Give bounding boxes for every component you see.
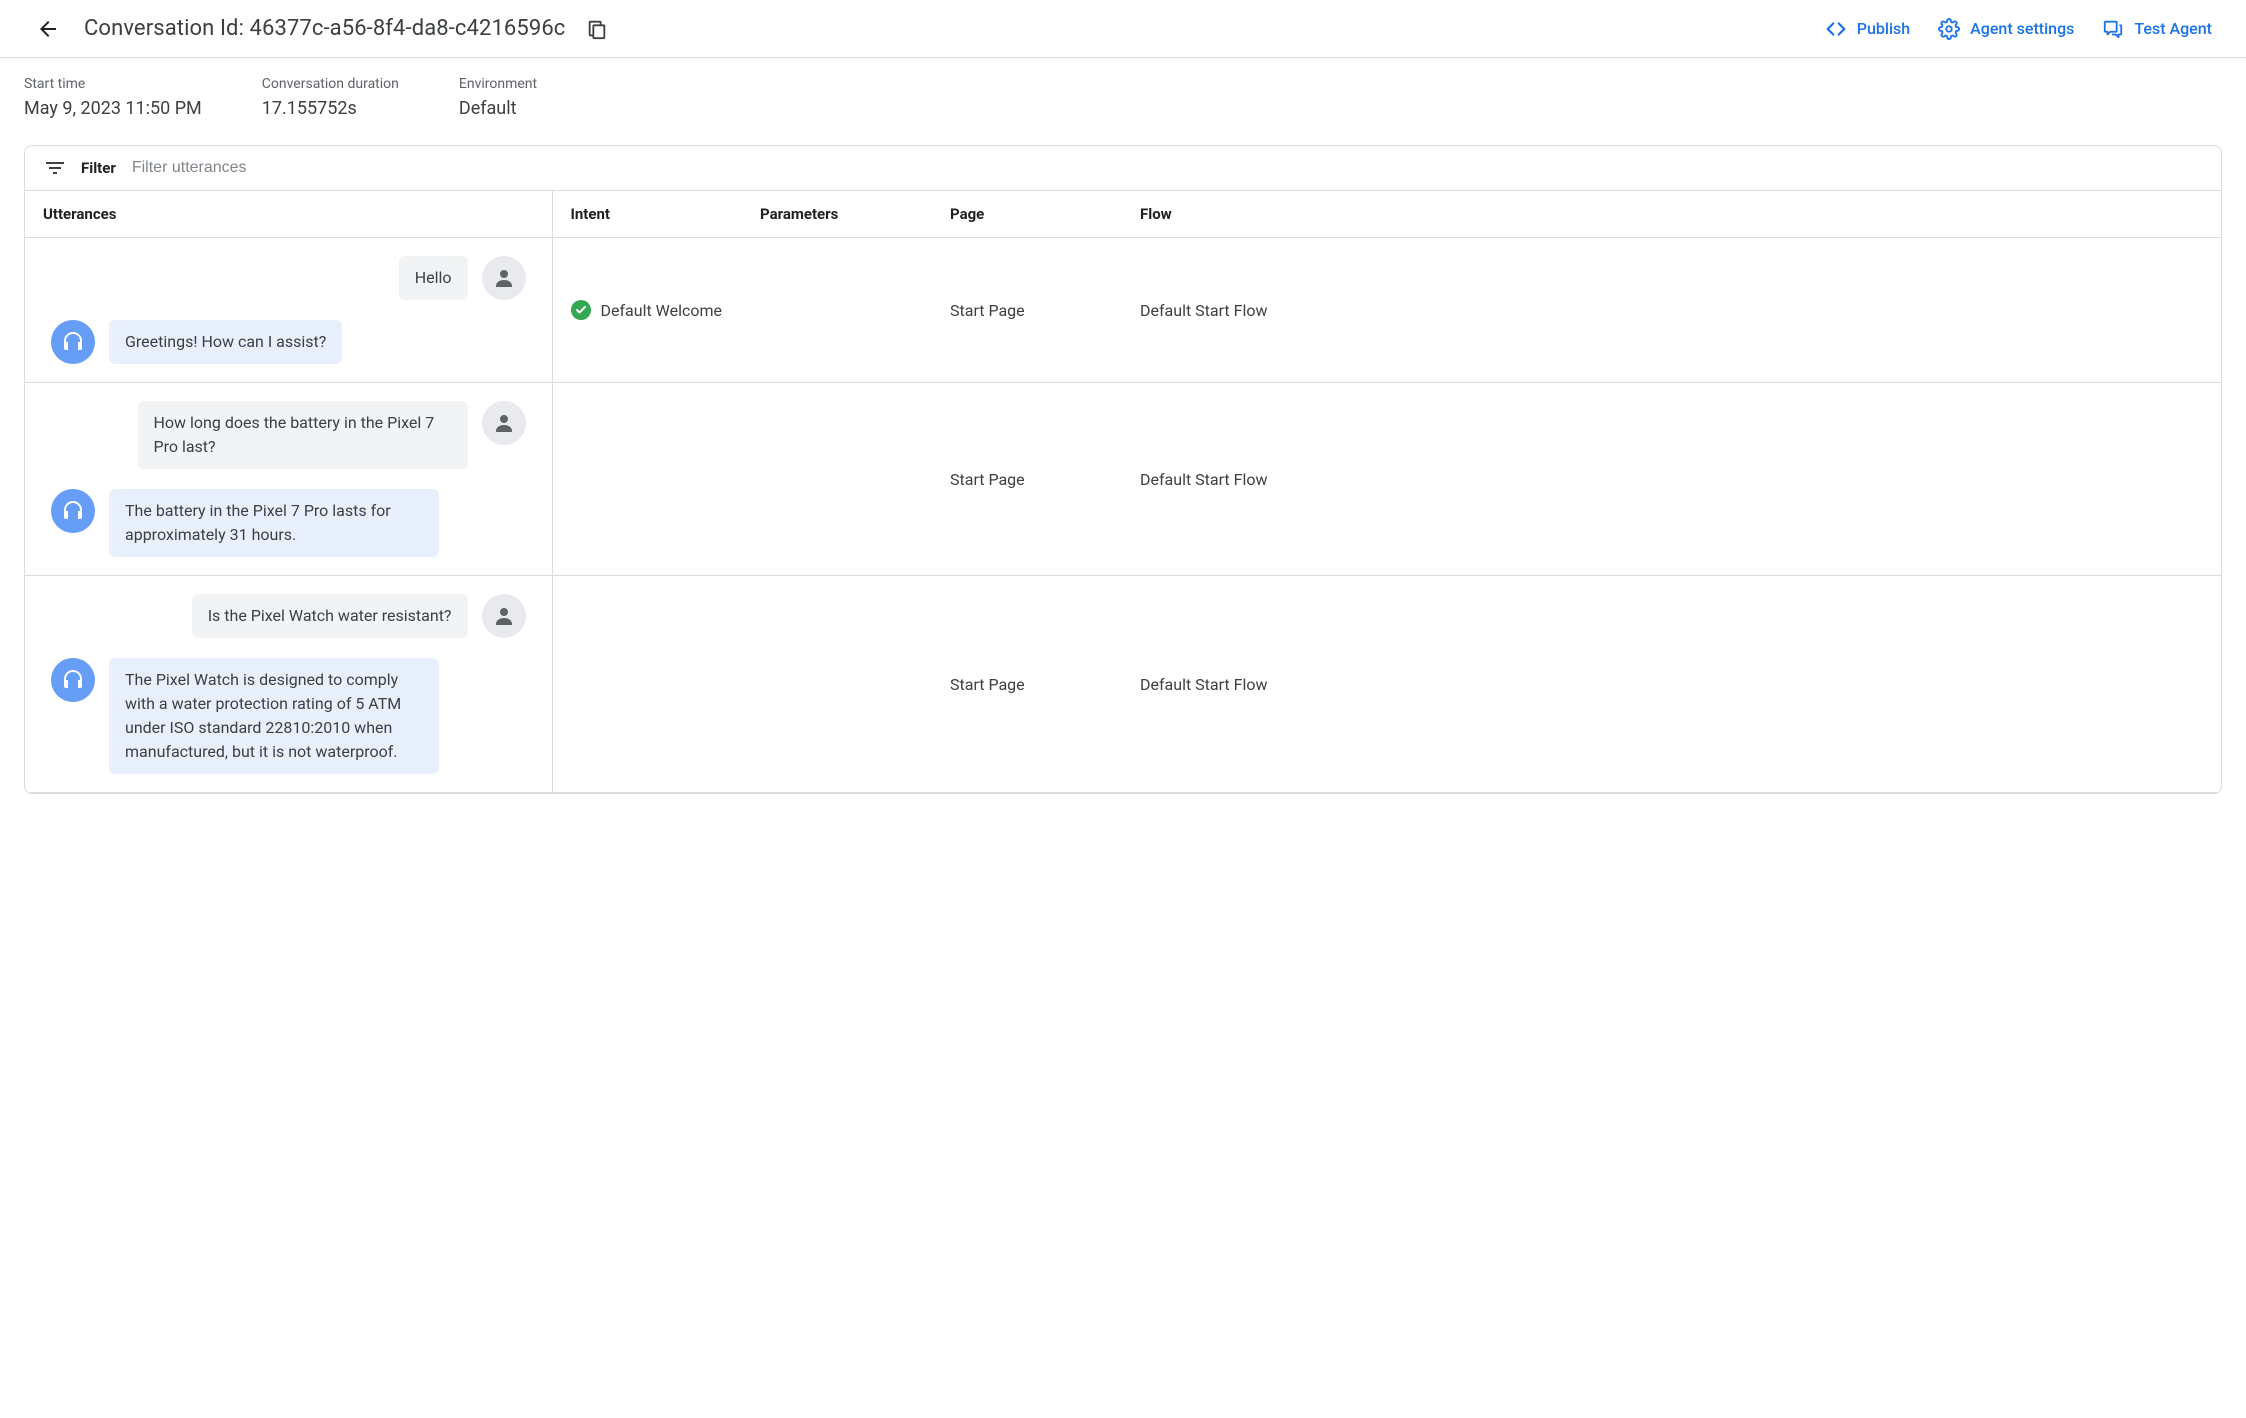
intent-cell (552, 576, 742, 793)
test-agent-button[interactable]: Test Agent (2088, 10, 2226, 48)
agent-settings-label: Agent settings (1970, 19, 2074, 38)
parameters-cell (742, 576, 932, 793)
meta-start-time-value: May 9, 2023 11:50 PM (24, 98, 202, 119)
utterances-cell: Hello Greetings! How can I assist? (25, 238, 552, 383)
col-header-intent: Intent (552, 191, 742, 238)
agent-avatar (51, 320, 95, 364)
meta-environment-label: Environment (459, 76, 537, 92)
person-icon (492, 411, 516, 435)
test-agent-label: Test Agent (2134, 19, 2212, 38)
user-avatar (482, 401, 526, 445)
parameters-cell (742, 383, 932, 576)
headset-icon (61, 499, 85, 523)
chat-icon (2102, 18, 2124, 40)
meta-environment-value: Default (459, 98, 537, 119)
agent-turn: Greetings! How can I assist? (51, 320, 526, 364)
col-header-utterances: Utterances (25, 191, 552, 238)
topbar: Conversation Id: 46377c-a56-8f4-da8-c421… (0, 0, 2246, 58)
table-row[interactable]: Is the Pixel Watch water resistant? The … (25, 576, 2221, 793)
intent-text: Default Welcome (601, 301, 723, 320)
conversation-meta: Start time May 9, 2023 11:50 PM Conversa… (0, 58, 2246, 145)
conversation-table: Filter Utterances Intent Parameters Page… (24, 145, 2222, 794)
back-button[interactable] (28, 9, 68, 49)
flow-cell: Default Start Flow (1122, 576, 2221, 793)
filter-icon (43, 156, 67, 180)
filter-input[interactable] (130, 158, 2203, 178)
arrow-back-icon (36, 17, 60, 41)
intent-cell: Default Welcome (552, 238, 742, 383)
user-turn: Is the Pixel Watch water resistant? (51, 594, 526, 638)
agent-bubble: The battery in the Pixel 7 Pro lasts for… (109, 489, 439, 557)
utterances-cell: How long does the battery in the Pixel 7… (25, 383, 552, 576)
meta-start-time-label: Start time (24, 76, 202, 92)
col-header-params: Parameters (742, 191, 932, 238)
meta-duration: Conversation duration 17.155752s (262, 76, 399, 119)
user-turn: How long does the battery in the Pixel 7… (51, 401, 526, 469)
flow-cell: Default Start Flow (1122, 383, 2221, 576)
table-row[interactable]: How long does the battery in the Pixel 7… (25, 383, 2221, 576)
copy-id-button[interactable] (577, 9, 617, 49)
agent-turn: The battery in the Pixel 7 Pro lasts for… (51, 489, 526, 557)
filter-label: Filter (81, 159, 116, 177)
agent-bubble: The Pixel Watch is designed to comply wi… (109, 658, 439, 774)
intent-cell (552, 383, 742, 576)
user-bubble: Is the Pixel Watch water resistant? (192, 594, 468, 638)
agent-bubble: Greetings! How can I assist? (109, 320, 342, 364)
page-title: Conversation Id: 46377c-a56-8f4-da8-c421… (84, 16, 565, 41)
page-cell: Start Page (932, 383, 1122, 576)
headset-icon (61, 668, 85, 692)
copy-icon (586, 18, 608, 40)
meta-duration-value: 17.155752s (262, 98, 399, 119)
intent-match-badge (571, 300, 591, 320)
user-avatar (482, 256, 526, 300)
agent-avatar (51, 658, 95, 702)
user-avatar (482, 594, 526, 638)
table-row[interactable]: Hello Greetings! How can I assist? Defau… (25, 238, 2221, 383)
agent-avatar (51, 489, 95, 533)
user-turn: Hello (51, 256, 526, 300)
col-header-flow: Flow (1122, 191, 2221, 238)
agent-settings-button[interactable]: Agent settings (1924, 10, 2088, 48)
page-cell: Start Page (932, 238, 1122, 383)
flow-cell: Default Start Flow (1122, 238, 2221, 383)
publish-label: Publish (1857, 19, 1910, 38)
headset-icon (61, 330, 85, 354)
publish-button[interactable]: Publish (1811, 10, 1924, 48)
col-header-page: Page (932, 191, 1122, 238)
meta-start-time: Start time May 9, 2023 11:50 PM (24, 76, 202, 119)
gear-icon (1938, 18, 1960, 40)
agent-turn: The Pixel Watch is designed to comply wi… (51, 658, 526, 774)
code-icon (1825, 18, 1847, 40)
parameters-cell (742, 238, 932, 383)
filter-row: Filter (25, 146, 2221, 191)
user-bubble: Hello (399, 256, 468, 300)
check-icon (575, 304, 587, 316)
page-cell: Start Page (932, 576, 1122, 793)
utterances-cell: Is the Pixel Watch water resistant? The … (25, 576, 552, 793)
meta-environment: Environment Default (459, 76, 537, 119)
person-icon (492, 266, 516, 290)
person-icon (492, 604, 516, 628)
meta-duration-label: Conversation duration (262, 76, 399, 92)
user-bubble: How long does the battery in the Pixel 7… (138, 401, 468, 469)
